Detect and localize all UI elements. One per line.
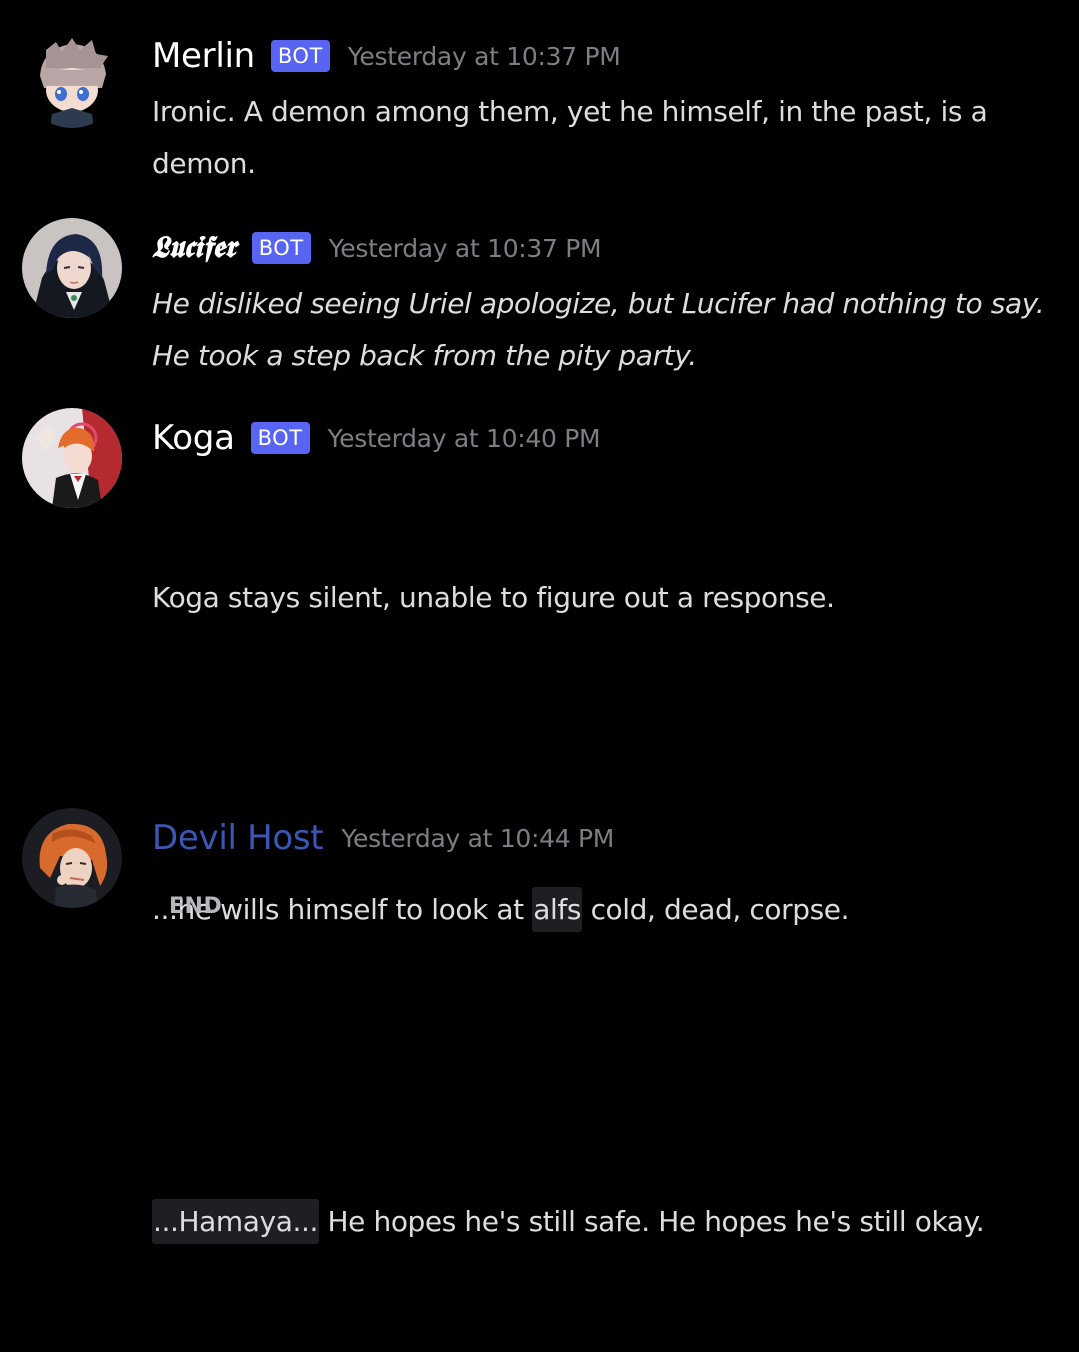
bot-badge: BOT bbox=[270, 40, 330, 72]
lucifer-avatar-icon[interactable] bbox=[22, 218, 122, 318]
message-header: Merlin BOT Yesterday at 10:37 PM bbox=[152, 36, 621, 76]
bot-badge: BOT bbox=[251, 232, 311, 264]
message-line: ...he wills himself to look at alfs cold… bbox=[152, 884, 1052, 936]
message-text: Koga stays silent, unable to figure out … bbox=[152, 468, 1052, 1352]
message-text: END bbox=[169, 894, 223, 919]
timestamp[interactable]: Yesterday at 10:37 PM bbox=[329, 234, 602, 263]
username[interactable]: Merlin bbox=[152, 36, 255, 76]
message-line: Koga stays silent, unable to figure out … bbox=[152, 581, 835, 614]
message-text: Ironic. A demon among them, yet he himse… bbox=[152, 95, 996, 180]
message-header: Koga BOT Yesterday at 10:40 PM bbox=[152, 418, 601, 458]
timestamp[interactable]: Yesterday at 10:37 PM bbox=[348, 42, 621, 71]
message-header: Devil Host Yesterday at 10:44 PM bbox=[152, 818, 614, 858]
message-line: ...Hamaya... He hopes he's still safe. H… bbox=[152, 1196, 1052, 1248]
merlin-avatar-icon[interactable] bbox=[22, 28, 122, 128]
spoiler-text[interactable]: ...Hamaya... bbox=[152, 1199, 319, 1244]
username[interactable]: Devil Host bbox=[152, 818, 324, 858]
message-text: He disliked seeing Uriel apologize, but … bbox=[152, 287, 1053, 372]
bot-badge: BOT bbox=[250, 422, 310, 454]
spoiler-text[interactable]: alfs bbox=[532, 887, 583, 932]
username[interactable]: 𝕷𝖚𝖈𝖎𝖋𝖊𝖗 bbox=[152, 228, 236, 268]
message-header: 𝕷𝖚𝖈𝖎𝖋𝖊𝖗 BOT Yesterday at 10:37 PM bbox=[152, 228, 602, 268]
timestamp[interactable]: Yesterday at 10:40 PM bbox=[328, 424, 601, 453]
username[interactable]: Koga bbox=[152, 418, 235, 458]
timestamp[interactable]: Yesterday at 10:44 PM bbox=[341, 824, 614, 853]
text-segment: cold, dead, corpse. bbox=[582, 893, 850, 926]
koga-avatar-icon[interactable] bbox=[22, 408, 122, 508]
text-segment: He hopes he's still safe. He hopes he's … bbox=[318, 1205, 985, 1238]
devil-host-avatar-icon[interactable] bbox=[22, 808, 122, 908]
